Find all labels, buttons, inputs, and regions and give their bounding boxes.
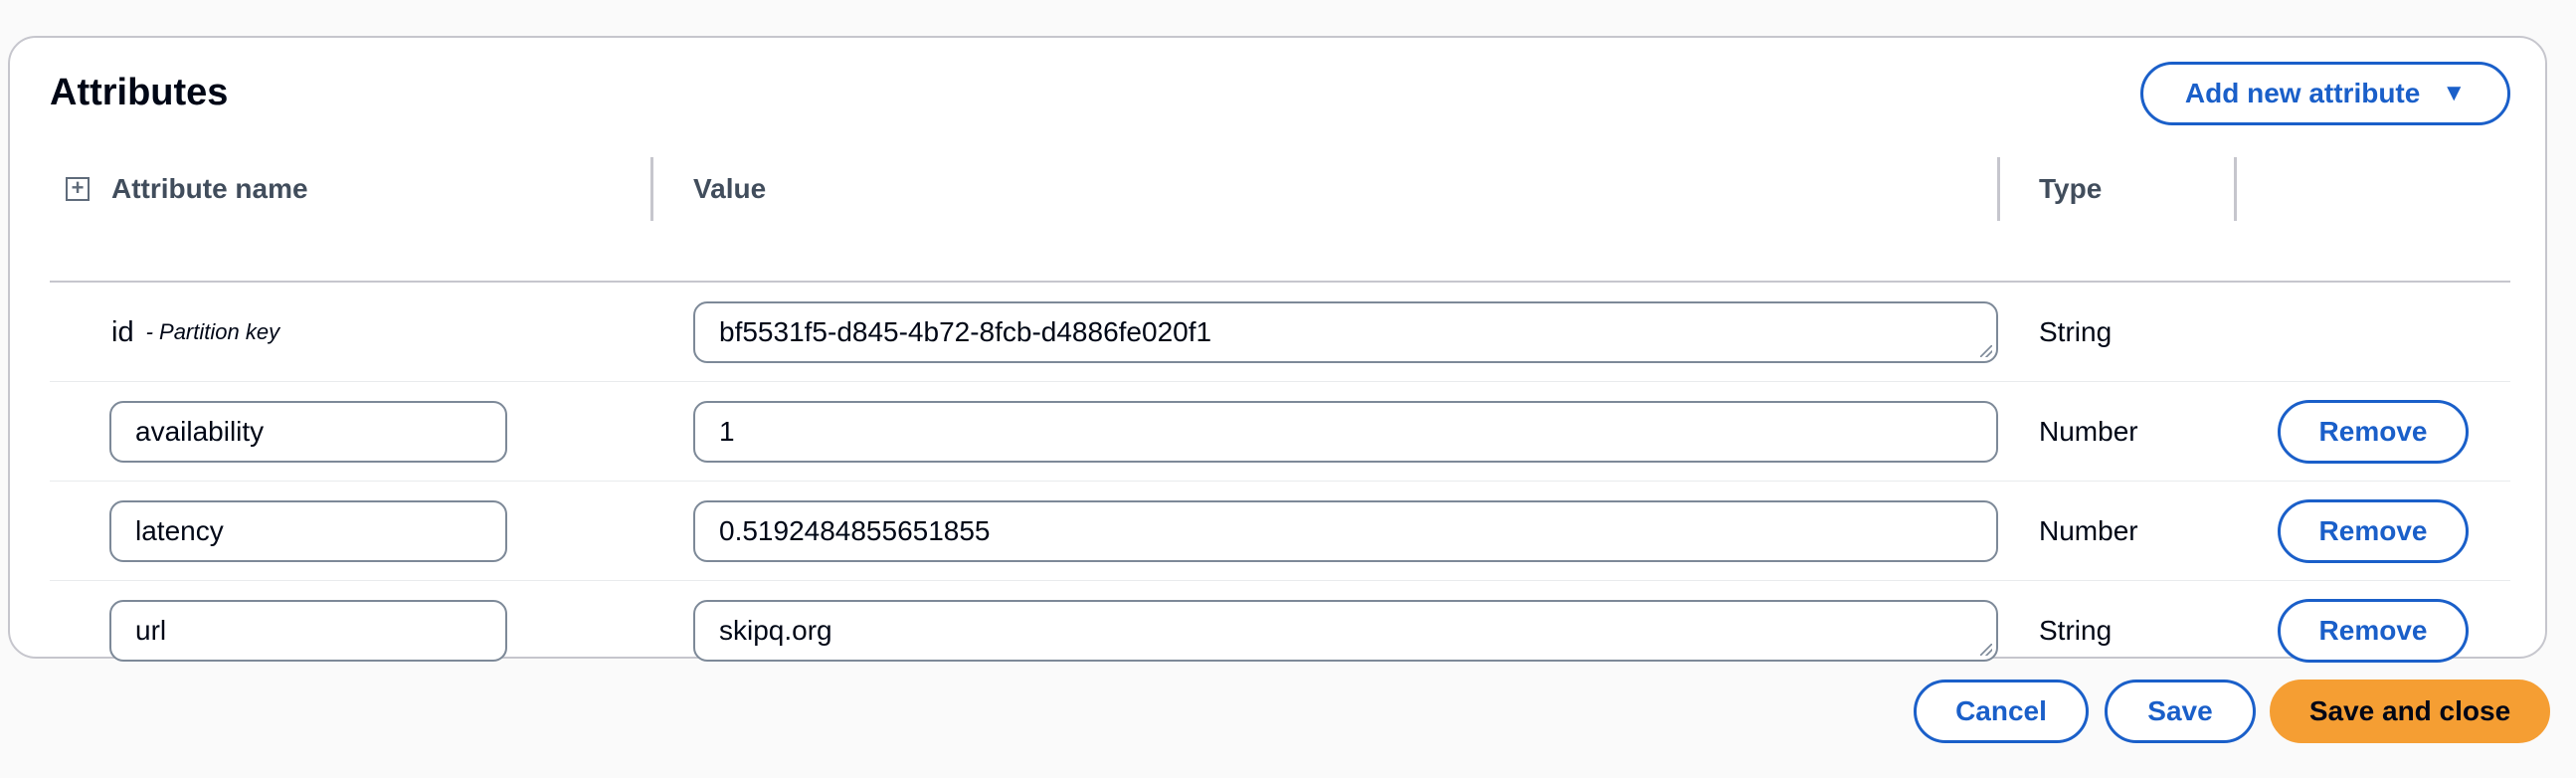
attribute-name-input[interactable]: latency [109, 500, 507, 562]
remove-button[interactable]: Remove [2278, 499, 2469, 563]
column-divider[interactable] [650, 157, 653, 221]
attributes-panel: Attributes Add new attribute ▼ + Attribu… [8, 36, 2547, 663]
add-new-attribute-button[interactable]: Add new attribute ▼ [2140, 62, 2510, 125]
value-text: bf5531f5-d845-4b72-8fcb-d4886fe020f1 [719, 316, 1212, 347]
save-and-close-button[interactable]: Save and close [2270, 680, 2550, 743]
value-text: 1 [719, 416, 735, 447]
save-button[interactable]: Save [2105, 680, 2256, 743]
partition-key-note: - Partition key [145, 319, 280, 344]
attribute-name-text: latency [135, 515, 224, 546]
table-row: availability 1 Number Remove [50, 382, 2510, 482]
value-input[interactable]: 1 [693, 401, 1998, 463]
table-header: + Attribute name Value Type [50, 157, 2510, 281]
table-row: url skipq.org String Remove [50, 581, 2510, 681]
type-cell: Number [2039, 515, 2138, 546]
type-cell: Number [2039, 416, 2138, 447]
attribute-name-input[interactable]: url [109, 600, 507, 662]
value-input[interactable]: bf5531f5-d845-4b72-8fcb-d4886fe020f1 [693, 301, 1998, 363]
value-text: skipq.org [719, 615, 832, 646]
value-input[interactable]: 0.5192484855651855 [693, 500, 1998, 562]
remove-button[interactable]: Remove [2278, 599, 2469, 663]
resize-handle-icon[interactable] [1980, 644, 1992, 656]
column-divider[interactable] [1997, 157, 2000, 221]
add-new-attribute-label: Add new attribute [2184, 78, 2421, 108]
attribute-name-text: id [111, 315, 134, 348]
table-row: latency 0.5192484855651855 Number Remove [50, 482, 2510, 581]
type-cell: String [2039, 615, 2113, 646]
column-header-value: Value [693, 173, 767, 204]
column-divider[interactable] [2234, 157, 2237, 221]
column-header-type: Type [2039, 173, 2103, 204]
caret-down-icon: ▼ [2442, 80, 2467, 106]
cancel-button[interactable]: Cancel [1914, 680, 2089, 743]
remove-button[interactable]: Remove [2278, 400, 2469, 464]
attribute-name-text: url [135, 615, 167, 646]
attribute-name-text: availability [135, 416, 265, 447]
value-input[interactable]: skipq.org [693, 600, 1998, 662]
column-header-attribute-name: Attribute name [111, 173, 308, 204]
attribute-name-static: id - Partition key [111, 283, 279, 382]
attribute-name-input[interactable]: availability [109, 401, 507, 463]
expand-icon[interactable]: + [66, 177, 90, 201]
value-text: 0.5192484855651855 [719, 515, 991, 546]
table-row: id - Partition key bf5531f5-d845-4b72-8f… [50, 283, 2510, 382]
section-title: Attributes [50, 72, 229, 113]
type-cell: String [2039, 316, 2113, 347]
resize-handle-icon[interactable] [1980, 345, 1992, 357]
